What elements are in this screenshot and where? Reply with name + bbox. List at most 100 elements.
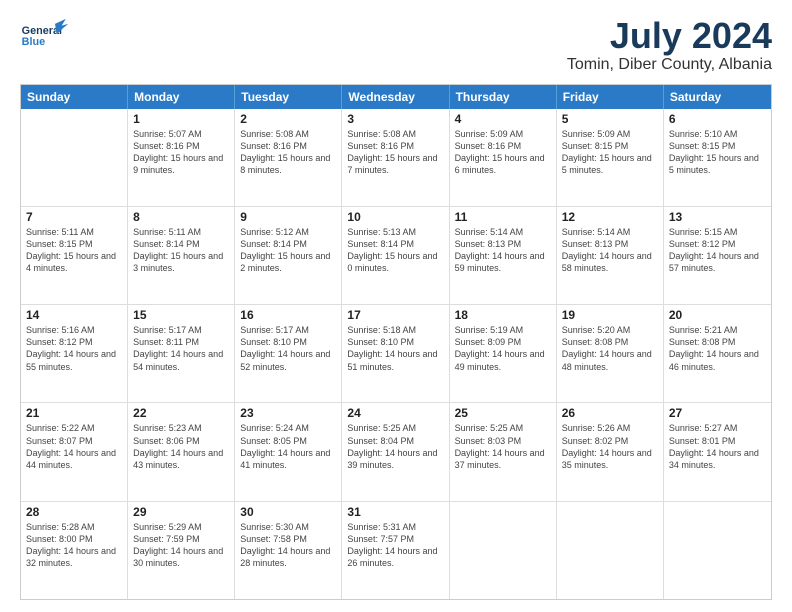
day-number: 16 xyxy=(240,308,336,322)
week-row-0: 1 Sunrise: 5:07 AM Sunset: 8:16 PM Daylig… xyxy=(21,109,771,207)
day-cell-1-1: 8 Sunrise: 5:11 AM Sunset: 8:14 PM Daylig… xyxy=(128,207,235,304)
title-section: July 2024 Tomin, Diber County, Albania xyxy=(567,16,772,74)
day-cell-2-5: 19 Sunrise: 5:20 AM Sunset: 8:08 PM Dayli… xyxy=(557,305,664,402)
day-info: Sunrise: 5:24 AM Sunset: 8:05 PM Dayligh… xyxy=(240,422,336,471)
header-friday: Friday xyxy=(557,85,664,109)
day-number: 13 xyxy=(669,210,766,224)
day-number: 11 xyxy=(455,210,551,224)
day-info: Sunrise: 5:09 AM Sunset: 8:15 PM Dayligh… xyxy=(562,128,658,177)
day-number: 28 xyxy=(26,505,122,519)
day-cell-3-1: 22Sunrise: 5:23 AM Sunset: 8:06 PM Dayli… xyxy=(128,403,235,500)
day-number: 9 xyxy=(240,210,336,224)
day-info: Sunrise: 5:28 AM Sunset: 8:00 PM Dayligh… xyxy=(26,521,122,570)
header-wednesday: Wednesday xyxy=(342,85,449,109)
day-cell-0-5: 5 Sunrise: 5:09 AM Sunset: 8:15 PM Daylig… xyxy=(557,109,664,206)
day-info: Sunrise: 5:08 AM Sunset: 8:16 PM Dayligh… xyxy=(347,128,443,177)
day-info: Sunrise: 5:19 AM Sunset: 8:09 PM Dayligh… xyxy=(455,324,551,373)
day-cell-1-6: 13 Sunrise: 5:15 AM Sunset: 8:12 PM Dayli… xyxy=(664,207,771,304)
week-row-1: 7 Sunrise: 5:11 AM Sunset: 8:15 PM Daylig… xyxy=(21,207,771,305)
day-info: Sunrise: 5:21 AM Sunset: 8:08 PM Dayligh… xyxy=(669,324,766,373)
header-saturday: Saturday xyxy=(664,85,771,109)
day-number: 29 xyxy=(133,505,229,519)
day-info: Sunrise: 5:08 AM Sunset: 8:16 PM Dayligh… xyxy=(240,128,336,177)
day-info: Sunrise: 5:18 AM Sunset: 8:10 PM Dayligh… xyxy=(347,324,443,373)
logo-svg: General Blue xyxy=(20,16,70,56)
week-row-3: 21Sunrise: 5:22 AM Sunset: 8:07 PM Dayli… xyxy=(21,403,771,501)
day-cell-4-1: 29 Sunrise: 5:29 AM Sunset: 7:59 PM Dayli… xyxy=(128,502,235,599)
header-tuesday: Tuesday xyxy=(235,85,342,109)
day-number: 2 xyxy=(240,112,336,126)
day-cell-2-2: 16 Sunrise: 5:17 AM Sunset: 8:10 PM Dayli… xyxy=(235,305,342,402)
day-number: 10 xyxy=(347,210,443,224)
day-info: Sunrise: 5:17 AM Sunset: 8:11 PM Dayligh… xyxy=(133,324,229,373)
logo: General Blue xyxy=(20,16,70,56)
day-cell-2-3: 17 Sunrise: 5:18 AM Sunset: 8:10 PM Dayli… xyxy=(342,305,449,402)
day-info: Sunrise: 5:31 AM Sunset: 7:57 PM Dayligh… xyxy=(347,521,443,570)
day-cell-1-5: 12 Sunrise: 5:14 AM Sunset: 8:13 PM Dayli… xyxy=(557,207,664,304)
calendar-subtitle: Tomin, Diber County, Albania xyxy=(567,56,772,74)
day-cell-3-2: 23 Sunrise: 5:24 AM Sunset: 8:05 PM Dayli… xyxy=(235,403,342,500)
day-number: 26 xyxy=(562,406,658,420)
day-cell-0-0 xyxy=(21,109,128,206)
week-row-4: 28 Sunrise: 5:28 AM Sunset: 8:00 PM Dayli… xyxy=(21,502,771,599)
day-cell-0-1: 1 Sunrise: 5:07 AM Sunset: 8:16 PM Daylig… xyxy=(128,109,235,206)
day-cell-0-2: 2 Sunrise: 5:08 AM Sunset: 8:16 PM Daylig… xyxy=(235,109,342,206)
day-cell-4-2: 30Sunrise: 5:30 AM Sunset: 7:58 PM Dayli… xyxy=(235,502,342,599)
day-cell-1-0: 7 Sunrise: 5:11 AM Sunset: 8:15 PM Daylig… xyxy=(21,207,128,304)
header: General Blue July 2024 Tomin, Diber Coun… xyxy=(20,16,772,74)
day-cell-3-6: 27Sunrise: 5:27 AM Sunset: 8:01 PM Dayli… xyxy=(664,403,771,500)
day-number: 22 xyxy=(133,406,229,420)
day-info: Sunrise: 5:17 AM Sunset: 8:10 PM Dayligh… xyxy=(240,324,336,373)
day-number: 25 xyxy=(455,406,551,420)
day-number: 17 xyxy=(347,308,443,322)
day-number: 8 xyxy=(133,210,229,224)
calendar-header: Sunday Monday Tuesday Wednesday Thursday… xyxy=(21,85,771,109)
day-info: Sunrise: 5:20 AM Sunset: 8:08 PM Dayligh… xyxy=(562,324,658,373)
day-info: Sunrise: 5:29 AM Sunset: 7:59 PM Dayligh… xyxy=(133,521,229,570)
day-info: Sunrise: 5:22 AM Sunset: 8:07 PM Dayligh… xyxy=(26,422,122,471)
day-cell-0-6: 6Sunrise: 5:10 AM Sunset: 8:15 PM Daylig… xyxy=(664,109,771,206)
day-info: Sunrise: 5:26 AM Sunset: 8:02 PM Dayligh… xyxy=(562,422,658,471)
day-cell-1-3: 10 Sunrise: 5:13 AM Sunset: 8:14 PM Dayli… xyxy=(342,207,449,304)
header-sunday: Sunday xyxy=(21,85,128,109)
day-number: 23 xyxy=(240,406,336,420)
day-info: Sunrise: 5:25 AM Sunset: 8:03 PM Dayligh… xyxy=(455,422,551,471)
day-info: Sunrise: 5:25 AM Sunset: 8:04 PM Dayligh… xyxy=(347,422,443,471)
svg-text:Blue: Blue xyxy=(22,36,45,48)
day-number: 14 xyxy=(26,308,122,322)
day-info: Sunrise: 5:07 AM Sunset: 8:16 PM Dayligh… xyxy=(133,128,229,177)
day-number: 5 xyxy=(562,112,658,126)
day-number: 4 xyxy=(455,112,551,126)
day-cell-3-5: 26 Sunrise: 5:26 AM Sunset: 8:02 PM Dayli… xyxy=(557,403,664,500)
day-info: Sunrise: 5:16 AM Sunset: 8:12 PM Dayligh… xyxy=(26,324,122,373)
day-number: 1 xyxy=(133,112,229,126)
day-cell-3-0: 21Sunrise: 5:22 AM Sunset: 8:07 PM Dayli… xyxy=(21,403,128,500)
day-cell-4-5 xyxy=(557,502,664,599)
day-cell-4-4 xyxy=(450,502,557,599)
day-info: Sunrise: 5:10 AM Sunset: 8:15 PM Dayligh… xyxy=(669,128,766,177)
day-info: Sunrise: 5:11 AM Sunset: 8:15 PM Dayligh… xyxy=(26,226,122,275)
day-number: 12 xyxy=(562,210,658,224)
day-number: 15 xyxy=(133,308,229,322)
day-number: 7 xyxy=(26,210,122,224)
day-cell-0-3: 3 Sunrise: 5:08 AM Sunset: 8:16 PM Daylig… xyxy=(342,109,449,206)
day-info: Sunrise: 5:14 AM Sunset: 8:13 PM Dayligh… xyxy=(562,226,658,275)
day-number: 20 xyxy=(669,308,766,322)
day-number: 19 xyxy=(562,308,658,322)
day-info: Sunrise: 5:11 AM Sunset: 8:14 PM Dayligh… xyxy=(133,226,229,275)
day-cell-4-0: 28 Sunrise: 5:28 AM Sunset: 8:00 PM Dayli… xyxy=(21,502,128,599)
day-info: Sunrise: 5:15 AM Sunset: 8:12 PM Dayligh… xyxy=(669,226,766,275)
day-number: 27 xyxy=(669,406,766,420)
day-cell-3-4: 25 Sunrise: 5:25 AM Sunset: 8:03 PM Dayli… xyxy=(450,403,557,500)
page: General Blue July 2024 Tomin, Diber Coun… xyxy=(0,0,792,612)
day-cell-2-0: 14 Sunrise: 5:16 AM Sunset: 8:12 PM Dayli… xyxy=(21,305,128,402)
day-cell-3-3: 24 Sunrise: 5:25 AM Sunset: 8:04 PM Dayli… xyxy=(342,403,449,500)
day-number: 18 xyxy=(455,308,551,322)
day-info: Sunrise: 5:09 AM Sunset: 8:16 PM Dayligh… xyxy=(455,128,551,177)
day-number: 24 xyxy=(347,406,443,420)
day-info: Sunrise: 5:14 AM Sunset: 8:13 PM Dayligh… xyxy=(455,226,551,275)
day-info: Sunrise: 5:13 AM Sunset: 8:14 PM Dayligh… xyxy=(347,226,443,275)
day-number: 3 xyxy=(347,112,443,126)
day-cell-4-3: 31 Sunrise: 5:31 AM Sunset: 7:57 PM Dayli… xyxy=(342,502,449,599)
day-number: 31 xyxy=(347,505,443,519)
